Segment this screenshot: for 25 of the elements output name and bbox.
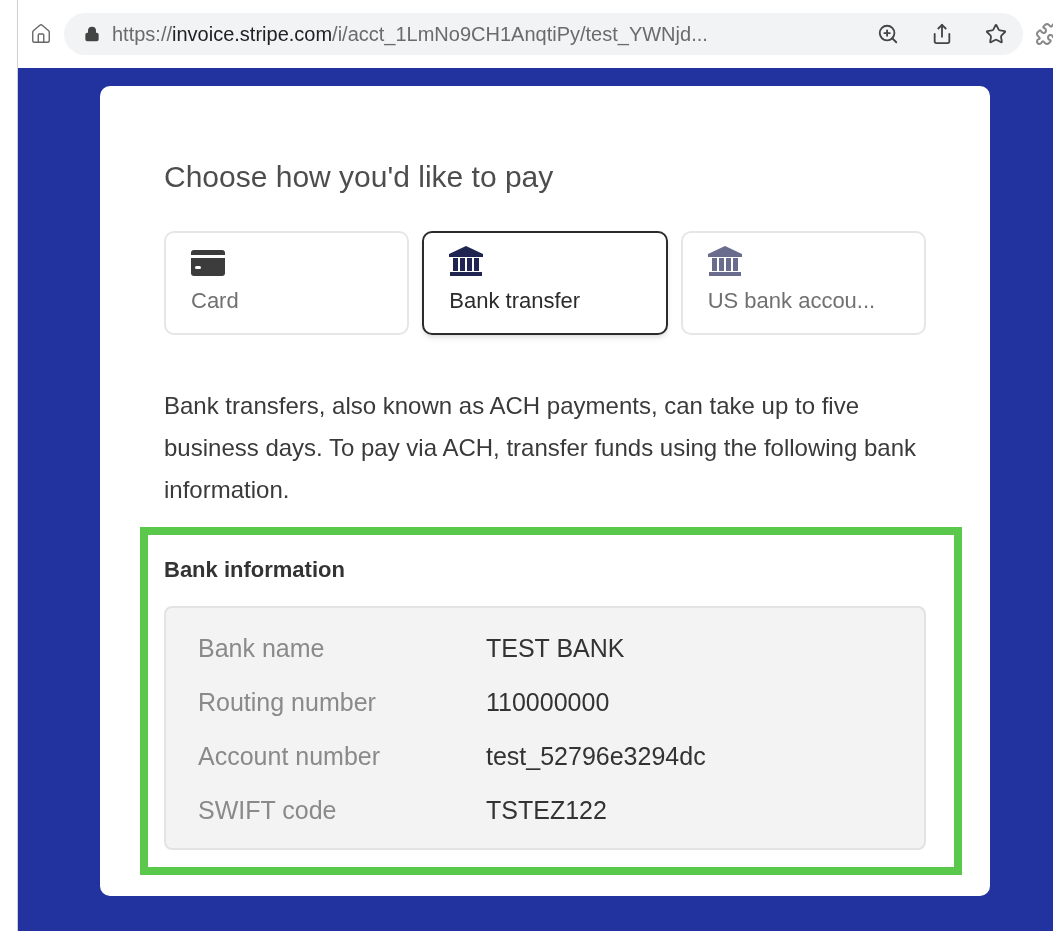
payment-method-tab[interactable]: US bank accou... [680,231,926,335]
field-label: Routing number [198,687,377,718]
field-value: TSTEZ122 [486,795,607,826]
bookmark-star-icon[interactable] [985,23,1007,45]
zoom-icon[interactable] [877,23,899,45]
field-value: TEST BANK [486,633,625,664]
payment-title: Choose how you'd like to pay [164,159,555,195]
payment-method-tab[interactable]: Bank transfer [422,231,668,335]
bank-icon [449,246,484,276]
description-text: Bank transfers, also known as ACH payments, can take up to five business days. To pay via ACH, transfer funds using the following bank information. [164,391,917,505]
payment-method-tab[interactable]: Card [164,231,410,335]
field-label: Account number [198,741,382,772]
url-text: https://invoice.stripe.com/i/acct_1LmNo9CH1AnqtiPy/test_YWNjd... [112,22,708,48]
bank-info-heading: Bank information [164,556,346,584]
field-value: test_52796e3294dc [486,741,706,772]
address-bar[interactable]: https://invoice.stripe.com/i/acct_1LmNo9CH1AnqtiPy/test_YWNjd... [64,13,1023,55]
credit-card-icon [191,250,225,276]
bank-icon [707,246,742,276]
extensions-icon[interactable] [1035,22,1053,46]
home-icon[interactable] [30,23,52,45]
field-label: SWIFT code [198,795,338,826]
lock-icon [84,26,100,42]
field-value: 110000000 [486,687,610,718]
field-label: Bank name [198,633,326,664]
share-icon[interactable] [931,23,953,45]
